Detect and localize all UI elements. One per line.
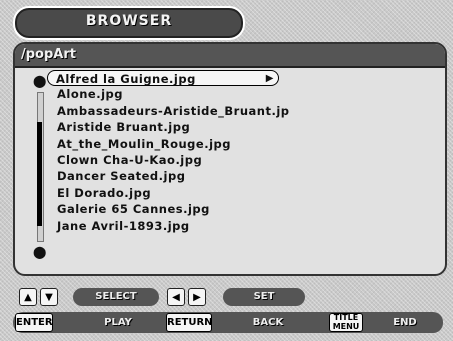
list-item[interactable]: At_the_Moulin_Rouge.jpg xyxy=(47,136,427,152)
file-name: Alfred la Guigne.jpg xyxy=(56,72,196,86)
control-legend: ▲ ▼ SELECT ◀ ▶ SET ENTER PLAY RETURN BAC… xyxy=(13,280,443,337)
list-item[interactable]: Clown Cha-U-Kao.jpg xyxy=(47,152,427,168)
title-menu-line2: MENU xyxy=(332,321,360,331)
file-name: Galerie 65 Cannes.jpg xyxy=(57,202,210,217)
bottom-control-bar: ENTER PLAY RETURN BACK TITLE MENU END xyxy=(13,312,443,333)
return-button[interactable]: RETURN xyxy=(166,313,213,332)
back-label: BACK xyxy=(252,317,284,328)
scrollbar-thumb[interactable] xyxy=(37,122,42,226)
file-name: At_the_Moulin_Rouge.jpg xyxy=(57,136,231,151)
file-name: Clown Cha-U-Kao.jpg xyxy=(57,152,203,167)
left-arrow-button[interactable]: ◀ xyxy=(167,288,185,306)
page-title: BROWSER xyxy=(85,13,173,29)
right-arrow-button[interactable]: ▶ xyxy=(188,288,206,306)
browser-panel: /popArt ⬤ ⬤ Alfred la Guigne.jpg ▶ Alone… xyxy=(13,42,447,276)
play-icon: ▶ xyxy=(265,73,274,84)
current-path: /popArt xyxy=(21,47,76,62)
path-bar: /popArt xyxy=(15,44,445,68)
list-item[interactable]: El Dorado.jpg xyxy=(47,185,427,201)
file-list: Alfred la Guigne.jpg ▶ Alone.jpg Ambassa… xyxy=(47,70,427,234)
scroll-down-icon[interactable]: ⬤ xyxy=(33,246,46,258)
title-menu-button[interactable]: TITLE MENU xyxy=(329,313,363,332)
file-name: El Dorado.jpg xyxy=(57,185,152,200)
file-name: Aristide Bruant.jpg xyxy=(57,120,191,135)
file-name: Ambassadeurs-Aristide_Bruant.jp xyxy=(57,103,290,118)
list-item[interactable]: Dancer Seated.jpg xyxy=(47,168,427,184)
list-item[interactable]: Alfred la Guigne.jpg ▶ xyxy=(47,70,279,87)
play-label: PLAY xyxy=(104,317,132,328)
list-item[interactable]: Jane Avril-1893.jpg xyxy=(47,218,427,234)
title-pill: BROWSER xyxy=(13,6,245,40)
list-item[interactable]: Galerie 65 Cannes.jpg xyxy=(47,201,427,217)
up-arrow-button[interactable]: ▲ xyxy=(19,288,37,306)
file-name: Alone.jpg xyxy=(57,87,124,102)
list-item[interactable]: Alone.jpg xyxy=(47,86,427,102)
list-item[interactable]: Ambassadeurs-Aristide_Bruant.jp xyxy=(47,103,427,119)
down-arrow-button[interactable]: ▼ xyxy=(40,288,58,306)
scroll-up-icon[interactable]: ⬤ xyxy=(33,75,46,87)
file-name: Dancer Seated.jpg xyxy=(57,169,186,184)
file-name: Jane Avril-1893.jpg xyxy=(57,218,190,233)
select-label: SELECT xyxy=(73,288,159,306)
set-label: SET xyxy=(223,288,305,306)
end-label: END xyxy=(393,317,417,328)
enter-button[interactable]: ENTER xyxy=(15,313,53,332)
list-item[interactable]: Aristide Bruant.jpg xyxy=(47,119,427,135)
